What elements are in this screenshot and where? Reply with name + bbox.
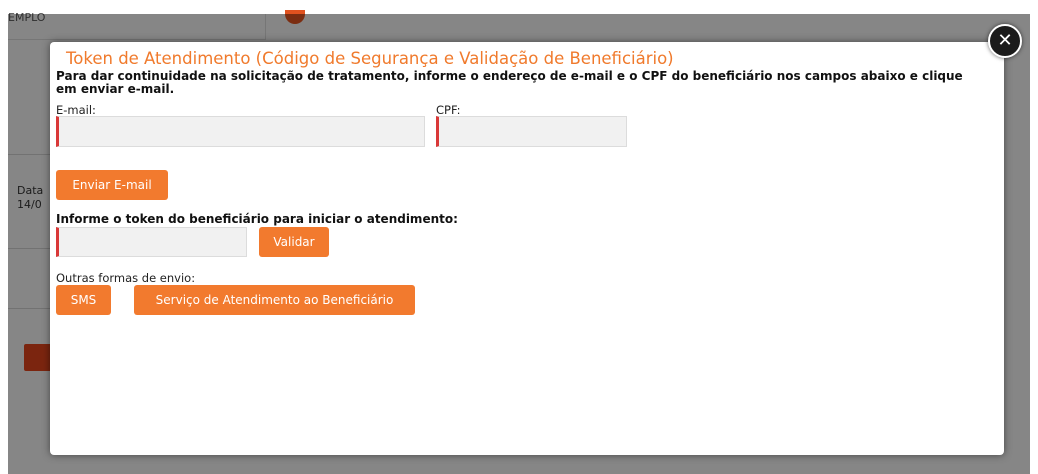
- sms-button[interactable]: SMS: [56, 285, 111, 315]
- close-icon: ✕: [997, 30, 1013, 51]
- modal-title: Token de Atendimento (Código de Seguranç…: [66, 49, 674, 68]
- close-button[interactable]: ✕: [988, 24, 1022, 58]
- email-field[interactable]: [56, 116, 425, 147]
- cpf-label: CPF:: [436, 103, 461, 117]
- email-label: E-mail:: [56, 103, 96, 117]
- token-label: Informe o token do beneficiário para ini…: [56, 212, 458, 226]
- service-center-button[interactable]: Serviço de Atendimento ao Beneficiário: [134, 285, 415, 315]
- send-email-button[interactable]: Enviar E-mail: [56, 170, 168, 200]
- other-methods-label: Outras formas de envio:: [56, 271, 196, 285]
- cpf-field[interactable]: [436, 116, 627, 147]
- validate-button[interactable]: Validar: [259, 227, 329, 257]
- modal-instructions: Para dar continuidade na solicitação de …: [56, 69, 963, 96]
- token-field[interactable]: [56, 227, 247, 257]
